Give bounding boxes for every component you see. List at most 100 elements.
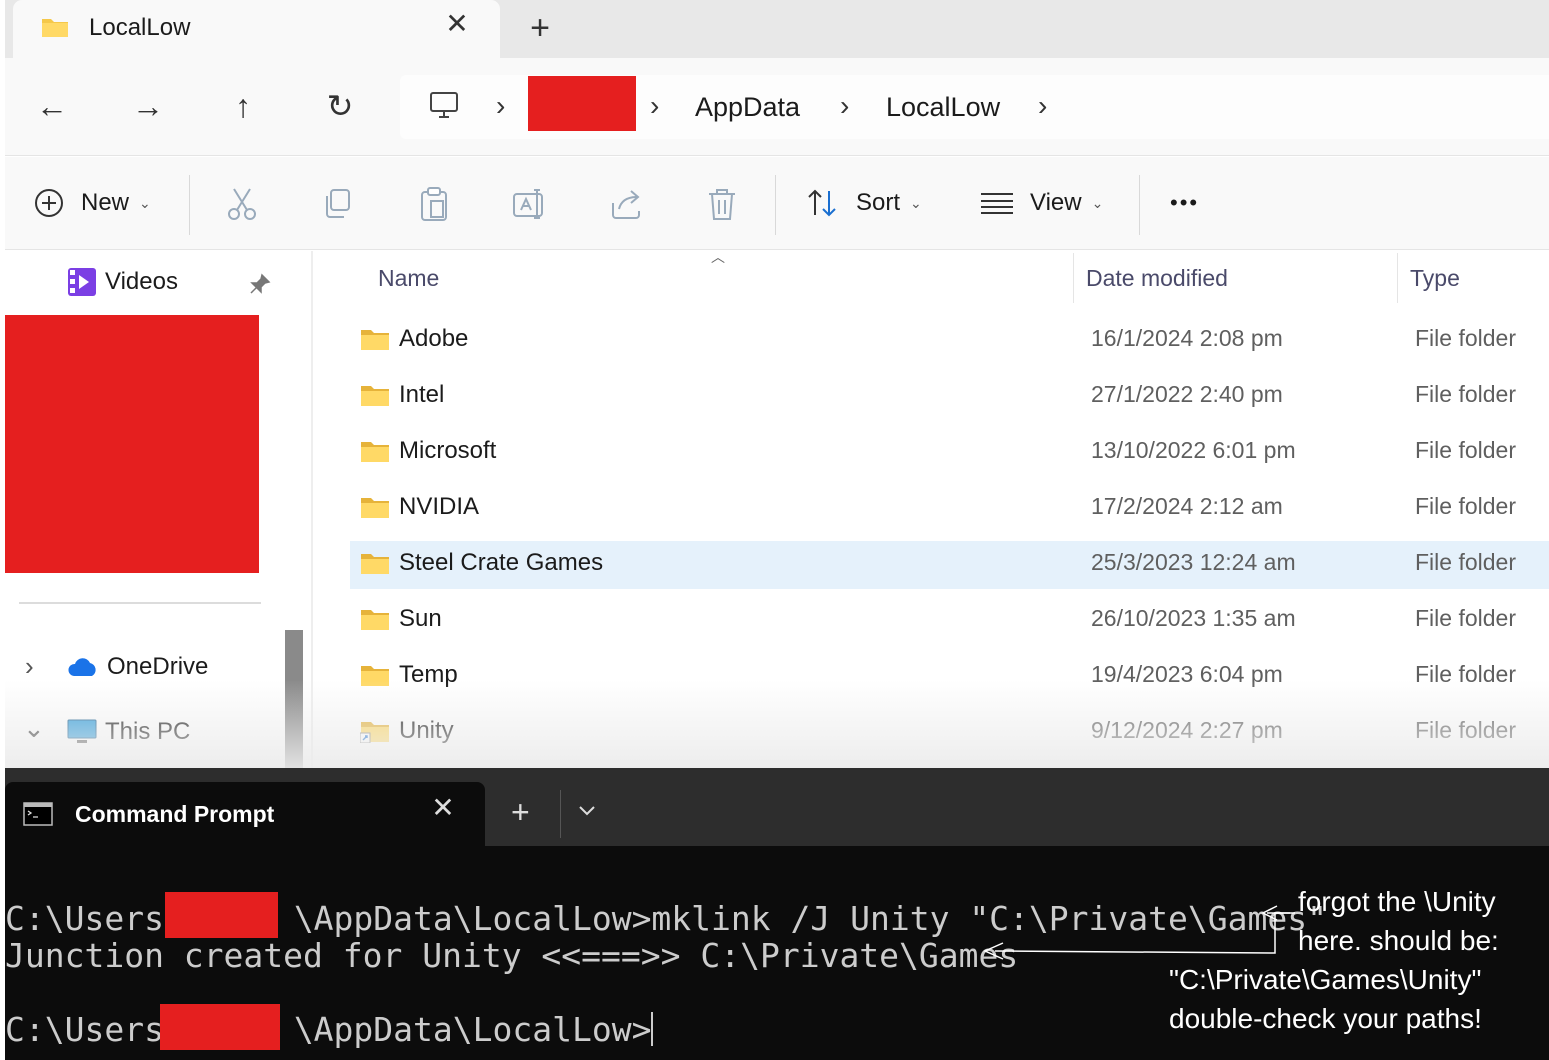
more-options-button[interactable]: ••• bbox=[1170, 183, 1199, 223]
file-row[interactable]: Microsoft 13/10/2022 6:01 pm File folder bbox=[350, 429, 1549, 477]
tab-title: LocalLow bbox=[89, 14, 191, 41]
new-tab-button[interactable]: + bbox=[523, 11, 557, 46]
terminal-text: C:\Users\ bbox=[5, 1010, 184, 1049]
file-date: 25/3/2023 12:24 am bbox=[1091, 549, 1296, 575]
file-name: Adobe bbox=[399, 325, 469, 352]
sidebar-scrollbar[interactable] bbox=[285, 630, 303, 768]
file-type: File folder bbox=[1415, 325, 1516, 351]
new-button[interactable]: New ⌄ bbox=[33, 183, 151, 223]
onedrive-cloud-icon bbox=[68, 658, 96, 676]
file-name: Unity bbox=[399, 717, 454, 744]
file-name: Intel bbox=[399, 381, 445, 408]
chevron-down-icon: ⌄ bbox=[139, 194, 151, 211]
new-tab-button[interactable]: + bbox=[511, 796, 530, 828]
breadcrumb-separator[interactable]: › bbox=[1038, 91, 1047, 121]
folder-icon bbox=[361, 554, 389, 574]
column-divider[interactable] bbox=[1397, 253, 1398, 303]
view-icon bbox=[981, 193, 1013, 214]
address-bar[interactable]: › › AppData › LocalLow › bbox=[400, 75, 1549, 139]
annotation-line-1: forgot the \Unity bbox=[1298, 886, 1496, 917]
terminal-window: Command Prompt ✕ + C:\Users\ \AppData\Loc… bbox=[5, 768, 1549, 1060]
copy-icon[interactable] bbox=[319, 185, 357, 223]
file-row[interactable]: Adobe 16/1/2024 2:08 pm File folder bbox=[350, 317, 1549, 365]
file-row[interactable]: Steel Crate Games 25/3/2023 12:24 am File … bbox=[350, 541, 1549, 589]
delete-icon[interactable] bbox=[703, 185, 741, 223]
cut-icon[interactable] bbox=[223, 185, 261, 223]
sidebar-item-thispc[interactable]: This PC bbox=[67, 717, 190, 747]
share-icon[interactable] bbox=[607, 185, 645, 223]
close-tab-icon[interactable]: ✕ bbox=[443, 10, 471, 38]
computer-icon[interactable] bbox=[428, 91, 460, 121]
file-type: File folder bbox=[1415, 605, 1516, 631]
command-prompt-icon bbox=[23, 802, 53, 826]
thispc-icon bbox=[67, 719, 97, 743]
file-row[interactable]: Sun 26/10/2023 1:35 am File folder bbox=[350, 597, 1549, 645]
divider bbox=[560, 790, 561, 838]
tab-title: Command Prompt bbox=[75, 801, 275, 827]
sidebar-item-videos[interactable]: Videos bbox=[67, 267, 178, 297]
sidebar-item-label: OneDrive bbox=[107, 653, 209, 680]
column-header-type[interactable]: Type bbox=[1410, 265, 1460, 292]
new-label: New bbox=[81, 189, 130, 216]
breadcrumb-separator[interactable]: › bbox=[840, 91, 849, 121]
collapse-chevron-icon[interactable]: ⌄ bbox=[23, 713, 45, 744]
paste-icon[interactable] bbox=[415, 185, 453, 223]
terminal-line-2: Junction created for Unity <<===>> C:\Pr… bbox=[5, 936, 1019, 975]
folder-shortcut-icon bbox=[360, 722, 389, 743]
videos-icon bbox=[68, 268, 96, 296]
file-date: 16/1/2024 2:08 pm bbox=[1091, 325, 1283, 351]
terminal-tab-bar: Command Prompt ✕ + bbox=[5, 768, 1549, 846]
sidebar-item-label: Videos bbox=[105, 268, 178, 295]
file-type: File folder bbox=[1415, 549, 1516, 575]
annotation-line-3: "C:\Private\Games\Unity" bbox=[1169, 964, 1482, 995]
file-row[interactable]: Unity 9/12/2024 2:27 pm File folder bbox=[350, 709, 1549, 757]
breadcrumb-separator[interactable]: › bbox=[496, 91, 505, 121]
divider bbox=[775, 175, 776, 235]
terminal-text: C:\Users\ bbox=[5, 899, 184, 938]
folder-icon bbox=[361, 386, 389, 406]
annotation-line-2: here. should be: bbox=[1298, 925, 1499, 956]
file-name: Temp bbox=[399, 661, 458, 688]
sidebar-item-onedrive[interactable]: OneDrive bbox=[67, 653, 208, 681]
column-divider[interactable] bbox=[1073, 253, 1074, 303]
file-date: 27/1/2022 2:40 pm bbox=[1091, 381, 1283, 407]
chevron-down-icon: ⌄ bbox=[1091, 194, 1104, 211]
tab-locallow[interactable]: LocalLow ✕ bbox=[13, 0, 500, 60]
forward-button[interactable]: → bbox=[130, 88, 166, 124]
redacted-username bbox=[165, 892, 278, 938]
file-date: 26/10/2023 1:35 am bbox=[1091, 605, 1296, 631]
command-bar: New ⌄ Sort ⌄ View ⌄ ••• bbox=[5, 157, 1549, 250]
file-name: Microsoft bbox=[399, 437, 497, 464]
file-type: File folder bbox=[1415, 493, 1516, 519]
back-button[interactable]: ← bbox=[34, 88, 70, 124]
breadcrumb-locallow[interactable]: LocalLow bbox=[886, 90, 1000, 124]
sidebar-divider bbox=[19, 602, 261, 604]
divider bbox=[189, 175, 190, 235]
terminal-text: \AppData\LocalLow> bbox=[293, 1010, 652, 1049]
refresh-button[interactable]: ↻ bbox=[322, 88, 358, 124]
file-type: File folder bbox=[1415, 717, 1516, 743]
folder-icon bbox=[361, 666, 389, 686]
up-button[interactable]: ↑ bbox=[225, 88, 261, 124]
column-header-name[interactable]: Name bbox=[378, 265, 439, 292]
sort-label: Sort bbox=[856, 189, 901, 216]
view-button[interactable]: View ⌄ bbox=[980, 183, 1103, 223]
tab-command-prompt[interactable]: Command Prompt ✕ bbox=[5, 782, 485, 846]
rename-icon[interactable] bbox=[511, 185, 549, 223]
chevron-down-icon[interactable] bbox=[575, 802, 599, 820]
breadcrumb-separator[interactable]: › bbox=[650, 91, 659, 121]
file-row[interactable]: NVIDIA 17/2/2024 2:12 am File folder bbox=[350, 485, 1549, 533]
breadcrumb-appdata[interactable]: AppData bbox=[695, 90, 800, 124]
close-tab-icon[interactable]: ✕ bbox=[429, 794, 457, 822]
file-type: File folder bbox=[1415, 437, 1516, 463]
navigation-bar: ← → ↑ ↻ › › AppData › LocalLow › bbox=[5, 58, 1549, 156]
file-row[interactable]: Intel 27/1/2022 2:40 pm File folder bbox=[350, 373, 1549, 421]
file-date: 9/12/2024 2:27 pm bbox=[1091, 717, 1283, 743]
file-row[interactable]: Temp 19/4/2023 6:04 pm File folder bbox=[350, 653, 1549, 701]
terminal-line-3[interactable]: C:\Users\ \AppData\LocalLow> bbox=[5, 1010, 654, 1049]
sort-button[interactable]: Sort ⌄ bbox=[805, 183, 922, 223]
expand-chevron-icon[interactable]: › bbox=[25, 651, 34, 682]
pin-icon[interactable] bbox=[249, 273, 271, 295]
column-header-date[interactable]: Date modified bbox=[1086, 265, 1228, 292]
folder-icon bbox=[361, 330, 389, 350]
